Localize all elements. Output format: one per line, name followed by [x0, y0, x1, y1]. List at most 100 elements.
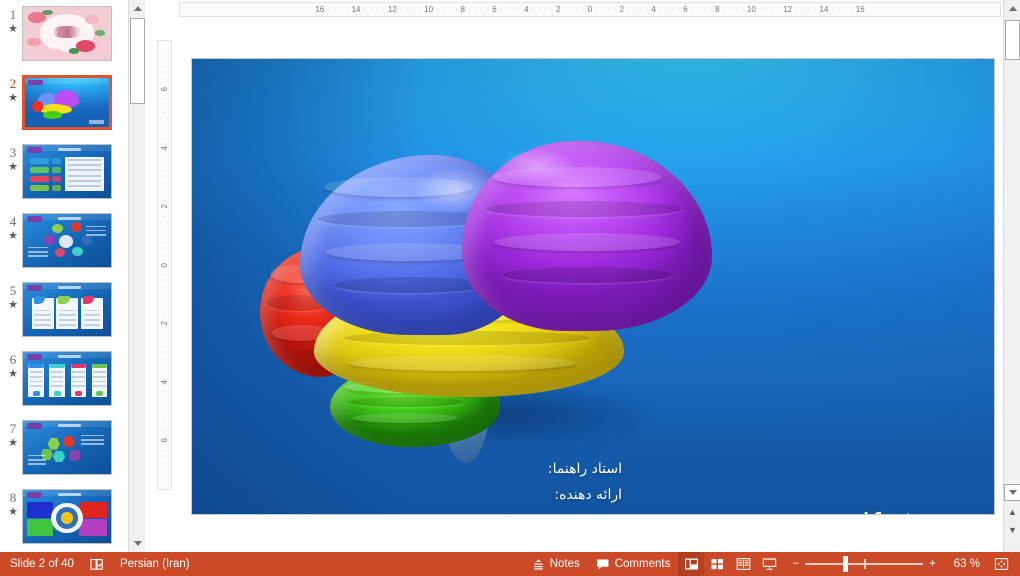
canvas-scroll-up-button[interactable] [1004, 0, 1020, 17]
zoom-level[interactable]: 63 % [946, 552, 988, 576]
slide-supervisor-label[interactable]: استاد راهنما: [548, 461, 622, 477]
slide-presenter-label[interactable]: ارائه دهنده: [554, 487, 622, 503]
ruler-tick-label: 12 [782, 5, 793, 15]
ruler-minor-tick: · [163, 177, 165, 190]
slide-number: 5 [10, 283, 17, 298]
slide-thumbnail-item[interactable]: 4★ [0, 213, 128, 282]
animation-indicator-icon[interactable]: ★ [8, 92, 18, 105]
slide-thumbnail-preview[interactable] [22, 282, 112, 337]
previous-slide-icon: ▲ [1008, 508, 1017, 517]
slide-show-icon [762, 557, 777, 571]
slide-show-button[interactable] [756, 552, 782, 576]
previous-slide-button[interactable]: ▲ [1006, 506, 1019, 519]
scroll-down-icon [134, 541, 142, 546]
ruler-tick-label: 2 [160, 203, 169, 209]
slide-sorter-button[interactable] [704, 552, 730, 576]
vertical-ruler[interactable]: 8····6····4····2····0····2····4····6····… [157, 40, 172, 490]
ruler-minor-tick: · [163, 190, 165, 203]
normal-view-button[interactable] [678, 552, 704, 576]
horizontal-ruler[interactable]: 16····14····12····10····8····6····4····2… [179, 2, 1001, 17]
slide-canvas[interactable]: موضوع: استاد راهنما: ارائه دهنده: [192, 59, 994, 514]
slide-sorter-icon [710, 557, 725, 571]
ruler-minor-tick: · [163, 327, 165, 340]
slide-thumbnail-item[interactable]: 6★ [0, 351, 128, 420]
ruler-minor-tick: · [163, 210, 165, 223]
language-button[interactable]: Persian (Iran) [112, 552, 198, 576]
slide-thumbnail-preview[interactable] [22, 6, 112, 61]
zoom-in-button[interactable]: + [923, 552, 946, 576]
slide-subject-label[interactable]: موضوع: [862, 502, 953, 514]
animation-indicator-icon[interactable]: ★ [8, 368, 18, 381]
notes-label: Notes [550, 558, 580, 570]
animation-indicator-icon[interactable]: ★ [8, 437, 18, 450]
slide-number: 3 [10, 145, 17, 160]
slide-thumbnail-preview[interactable] [22, 75, 112, 130]
reading-view-button[interactable] [730, 552, 756, 576]
slide-thumbnail-preview[interactable] [22, 489, 112, 544]
ruler-tick-label: 12 [387, 5, 398, 15]
status-bar: Slide 2 of 40 Persian (Iran) Notes [0, 552, 1020, 576]
thumbnail-scroll-down-button[interactable] [129, 535, 146, 552]
slide-thumbnail-item[interactable]: 2★ [0, 75, 128, 144]
slide-thumbnail-item[interactable]: 1★ [0, 6, 128, 75]
ruler-minor-tick: · [163, 424, 165, 437]
slide-thumbnail-meta: 5★ [0, 282, 22, 312]
canvas-scroll-down-button[interactable] [1004, 484, 1020, 501]
slide-thumbnail-meta: 1★ [0, 6, 22, 36]
animation-indicator-icon[interactable]: ★ [8, 506, 18, 519]
fit-slide-button[interactable] [988, 552, 1014, 576]
proofing-button[interactable] [82, 552, 112, 576]
slide-thumbnail-preview[interactable] [22, 351, 112, 406]
ruler-tick-label: 16 [314, 5, 325, 15]
slide-thumbnail-preview[interactable] [22, 420, 112, 475]
ruler-minor-tick: · [163, 40, 165, 47]
slide-thumbnail-preview[interactable] [22, 213, 112, 268]
ruler-tick-label: 4 [160, 379, 169, 385]
canvas-scrollbar-thumb[interactable] [1005, 20, 1020, 60]
ruler-minor-tick: · [163, 47, 165, 60]
thumbnail-scrollbar[interactable] [128, 0, 145, 552]
thumbnail-scroll-up-button[interactable] [129, 0, 146, 17]
powerpoint-window: 1★2★3★4★5★6★7★8★ 16····14····12····10···… [0, 0, 1020, 576]
canvas-scrollbar[interactable]: ▲ ▼ [1003, 0, 1020, 552]
zoom-slider-handle[interactable] [843, 556, 848, 572]
animation-indicator-icon[interactable]: ★ [8, 161, 18, 174]
zoom-slider[interactable] [805, 552, 923, 576]
next-slide-button[interactable]: ▼ [1006, 524, 1019, 537]
ruler-minor-tick: · [163, 164, 165, 177]
slide-thumbnail-meta: 2★ [0, 75, 22, 105]
comments-button[interactable]: Comments [588, 552, 679, 576]
ruler-minor-tick: · [163, 268, 165, 281]
animation-indicator-icon[interactable]: ★ [8, 230, 18, 243]
slide-thumbnail-pane[interactable]: 1★2★3★4★5★6★7★8★ [0, 0, 128, 552]
slide-thumbnail-meta: 4★ [0, 213, 22, 243]
fit-slide-icon [994, 557, 1009, 571]
slide-number: 8 [10, 490, 17, 505]
animation-indicator-icon[interactable]: ★ [8, 23, 18, 36]
ruler-minor-tick: · [163, 223, 165, 236]
zoom-out-button[interactable]: − [782, 552, 805, 576]
ruler-tick-label: 6 [160, 437, 169, 443]
brain-illustration[interactable] [252, 137, 752, 467]
slide-thumbnail-item[interactable]: 7★ [0, 420, 128, 489]
zoom-out-label: − [792, 558, 799, 570]
ruler-tick-label: 10 [746, 5, 757, 15]
notes-button[interactable]: Notes [524, 552, 588, 576]
slide-thumbnail-item[interactable]: 3★ [0, 144, 128, 213]
reading-view-icon [736, 557, 751, 571]
slide-number: 1 [10, 7, 17, 22]
ruler-minor-tick: · [163, 294, 165, 307]
ruler-minor-tick: · [163, 411, 165, 424]
proofing-icon [90, 558, 104, 571]
ruler-minor-tick: · [163, 457, 165, 470]
slide-thumbnail-item[interactable]: 8★ [0, 489, 128, 552]
slide-thumbnail-preview[interactable] [22, 144, 112, 199]
animation-indicator-icon[interactable]: ★ [8, 299, 18, 312]
thumbnail-scrollbar-thumb[interactable] [130, 18, 145, 104]
next-slide-icon: ▼ [1008, 526, 1017, 535]
ruler-minor-tick: · [163, 398, 165, 411]
ruler-minor-tick: · [163, 73, 165, 86]
slide-counter[interactable]: Slide 2 of 40 [0, 552, 82, 576]
slide-thumbnail-item[interactable]: 5★ [0, 282, 128, 351]
ruler-minor-tick: · [163, 483, 165, 490]
